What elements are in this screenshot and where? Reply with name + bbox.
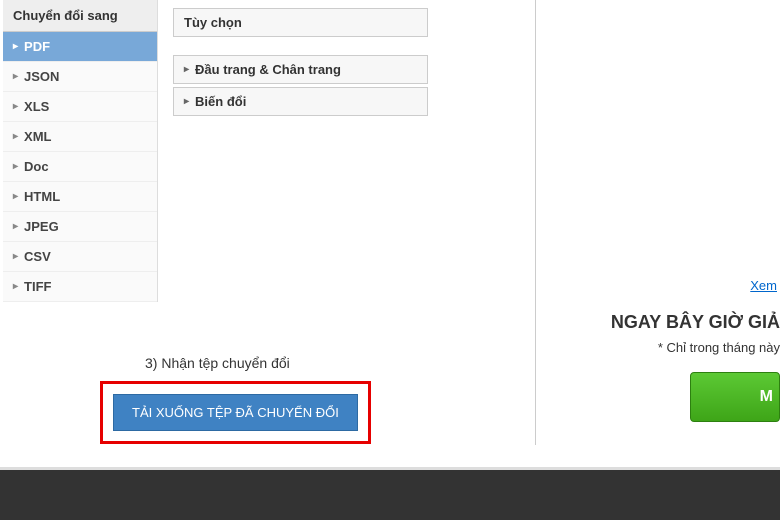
sidebar-item-jpeg[interactable]: ▸ JPEG — [3, 212, 157, 242]
accordion: Tùy chọn ▸ Đầu trang & Chân trang ▸ Biến… — [173, 8, 428, 116]
step-label: 3) Nhận tệp chuyển đổi — [145, 355, 371, 371]
bottom-bar — [0, 470, 780, 520]
format-sidebar: Chuyển đổi sang ▸ PDF ▸ JSON ▸ XLS ▸ XML… — [3, 0, 158, 302]
sidebar-item-pdf[interactable]: ▸ PDF — [3, 32, 157, 62]
caret-right-icon: ▸ — [13, 251, 18, 262]
sidebar-item-label: Doc — [24, 159, 49, 174]
promo-subtitle: * Chỉ trong tháng này — [658, 340, 780, 355]
sidebar-item-label: XLS — [24, 99, 49, 114]
download-button[interactable]: TẢI XUỐNG TỆP ĐÃ CHUYỂN ĐỔI — [113, 394, 358, 431]
sidebar-item-csv[interactable]: ▸ CSV — [3, 242, 157, 272]
caret-right-icon: ▸ — [13, 191, 18, 202]
right-panel: Xem NGAY BÂY GIỜ GIẢ * Chỉ trong tháng n… — [535, 0, 780, 445]
sidebar-item-json[interactable]: ▸ JSON — [3, 62, 157, 92]
promo-button-label: M — [760, 388, 773, 406]
sidebar-item-label: XML — [24, 129, 51, 144]
accordion-item-options[interactable]: Tùy chọn — [173, 8, 428, 37]
accordion-item-transform[interactable]: ▸ Biến đổi — [173, 87, 428, 116]
sidebar-item-label: CSV — [24, 249, 51, 264]
accordion-label: Biến đổi — [195, 94, 246, 109]
caret-right-icon: ▸ — [184, 96, 189, 107]
sidebar-item-label: JSON — [24, 69, 59, 84]
caret-right-icon: ▸ — [13, 41, 18, 52]
caret-right-icon: ▸ — [184, 64, 189, 75]
promo-title: NGAY BÂY GIỜ GIẢ — [611, 312, 780, 333]
accordion-item-header-footer[interactable]: ▸ Đầu trang & Chân trang — [173, 55, 428, 84]
sidebar-item-label: TIFF — [24, 279, 51, 294]
sidebar-item-label: JPEG — [24, 219, 59, 234]
promo-button[interactable]: M — [690, 372, 780, 422]
caret-right-icon: ▸ — [13, 71, 18, 82]
download-step: 3) Nhận tệp chuyển đổi TẢI XUỐNG TỆP ĐÃ … — [100, 355, 371, 444]
accordion-label: Đầu trang & Chân trang — [195, 62, 341, 77]
highlight-box: TẢI XUỐNG TỆP ĐÃ CHUYỂN ĐỔI — [100, 381, 371, 444]
caret-right-icon: ▸ — [13, 131, 18, 142]
caret-right-icon: ▸ — [13, 221, 18, 232]
sidebar-item-xls[interactable]: ▸ XLS — [3, 92, 157, 122]
view-link[interactable]: Xem — [750, 278, 777, 293]
sidebar-item-label: PDF — [24, 39, 50, 54]
sidebar-item-label: HTML — [24, 189, 60, 204]
accordion-label: Tùy chọn — [184, 15, 242, 30]
caret-right-icon: ▸ — [13, 101, 18, 112]
sidebar-item-doc[interactable]: ▸ Doc — [3, 152, 157, 182]
caret-right-icon: ▸ — [13, 281, 18, 292]
sidebar-header: Chuyển đổi sang — [3, 0, 157, 32]
sidebar-item-xml[interactable]: ▸ XML — [3, 122, 157, 152]
caret-right-icon: ▸ — [13, 161, 18, 172]
sidebar-item-html[interactable]: ▸ HTML — [3, 182, 157, 212]
sidebar-item-tiff[interactable]: ▸ TIFF — [3, 272, 157, 302]
